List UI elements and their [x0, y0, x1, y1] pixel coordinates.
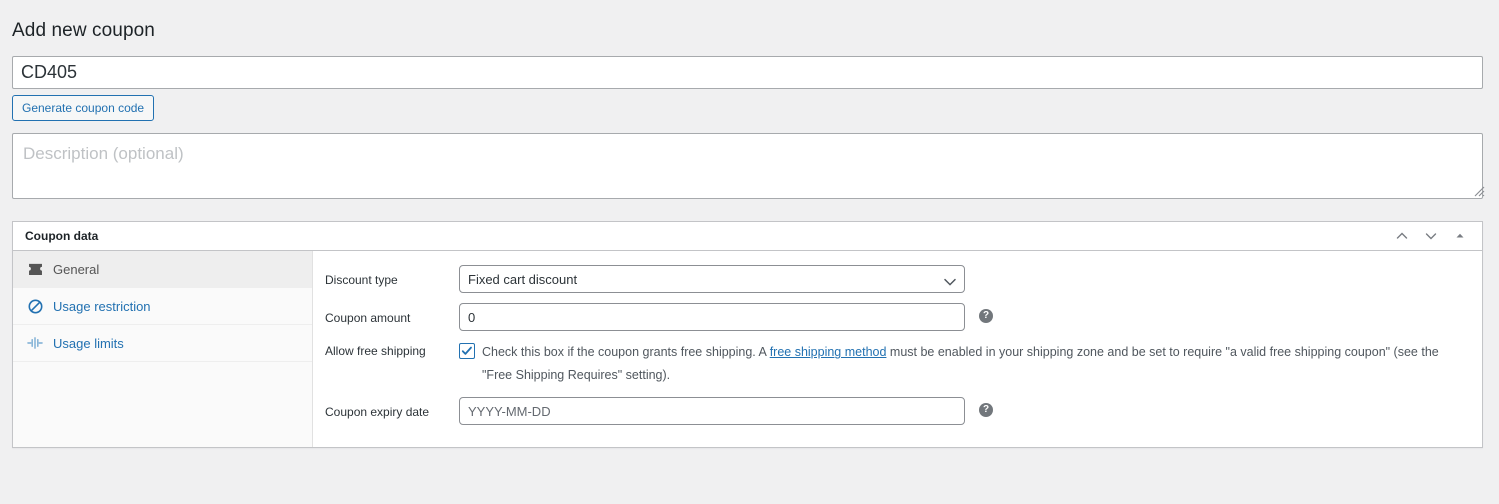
discount-type-select-wrap: Fixed cart discount	[459, 265, 965, 294]
coupon-description-textarea[interactable]	[12, 133, 1483, 200]
generate-button-row: Generate coupon code	[12, 94, 1487, 122]
tab-usage-limits[interactable]: Usage limits	[13, 325, 312, 363]
coupon-data-metabox: Coupon data General Usage restriction Us…	[12, 221, 1483, 449]
coupon-amount-field: Coupon amount ?	[313, 298, 1482, 336]
tab-usage-restriction-label: Usage restriction	[53, 298, 151, 314]
coupon-amount-control: ?	[459, 303, 1462, 332]
allow-free-shipping-field: Allow free shipping Check this box if th…	[313, 336, 1482, 392]
move-down-icon[interactable]	[1421, 226, 1441, 246]
circle-slash-icon	[25, 299, 45, 314]
allow-free-shipping-control: Check this box if the coupon grants free…	[459, 341, 1462, 387]
allow-free-shipping-label: Allow free shipping	[325, 344, 426, 359]
discount-type-select[interactable]: Fixed cart discount	[459, 265, 965, 294]
coupon-expiry-date-help-icon[interactable]: ?	[979, 403, 993, 418]
tab-general-label: General	[53, 261, 100, 277]
limits-icon	[25, 336, 45, 350]
free-shipping-text-before: Check this box if the coupon grants free…	[482, 345, 770, 360]
coupon-data-tabs: General Usage restriction Usage limits	[13, 251, 313, 448]
general-panel: Discount type Fixed cart discount Coupon…	[313, 251, 1482, 448]
discount-type-label: Discount type	[325, 273, 398, 288]
metabox-title: Coupon data	[25, 229, 99, 244]
coupon-amount-help-icon[interactable]: ?	[979, 309, 993, 324]
page-title: Add new coupon	[12, 20, 155, 41]
coupon-amount-label: Coupon amount	[325, 311, 411, 326]
generate-coupon-code-button[interactable]: Generate coupon code	[12, 94, 155, 122]
tab-usage-restriction[interactable]: Usage restriction	[13, 288, 312, 326]
metabox-body: General Usage restriction Usage limits D…	[13, 251, 1482, 448]
metabox-header-controls	[1392, 226, 1470, 246]
allow-free-shipping-checkbox[interactable]	[459, 343, 475, 360]
allow-free-shipping-line: Check this box if the coupon grants free…	[459, 341, 1462, 387]
discount-type-control: Fixed cart discount	[459, 265, 1462, 294]
free-shipping-method-link[interactable]: free shipping method	[770, 345, 887, 359]
coupon-amount-input[interactable]	[459, 303, 965, 332]
discount-type-field: Discount type Fixed cart discount	[313, 260, 1482, 298]
tab-usage-limits-label: Usage limits	[53, 335, 124, 351]
move-up-icon[interactable]	[1392, 226, 1412, 246]
allow-free-shipping-description: Check this box if the coupon grants free…	[482, 341, 1462, 387]
coupon-expiry-date-field: Coupon expiry date ?	[313, 392, 1482, 430]
ticket-icon	[25, 263, 45, 276]
description-wrapper	[12, 133, 1487, 200]
coupon-expiry-date-control: ?	[459, 397, 1462, 426]
coupon-expiry-date-label: Coupon expiry date	[325, 405, 430, 420]
metabox-header: Coupon data	[13, 222, 1482, 252]
tab-general[interactable]: General	[13, 251, 312, 289]
coupon-expiry-date-input[interactable]	[459, 397, 965, 426]
add-coupon-page: Add new coupon Generate coupon code Coup…	[0, 0, 1499, 504]
toggle-panel-icon[interactable]	[1450, 226, 1470, 246]
coupon-code-input[interactable]	[12, 55, 1483, 89]
